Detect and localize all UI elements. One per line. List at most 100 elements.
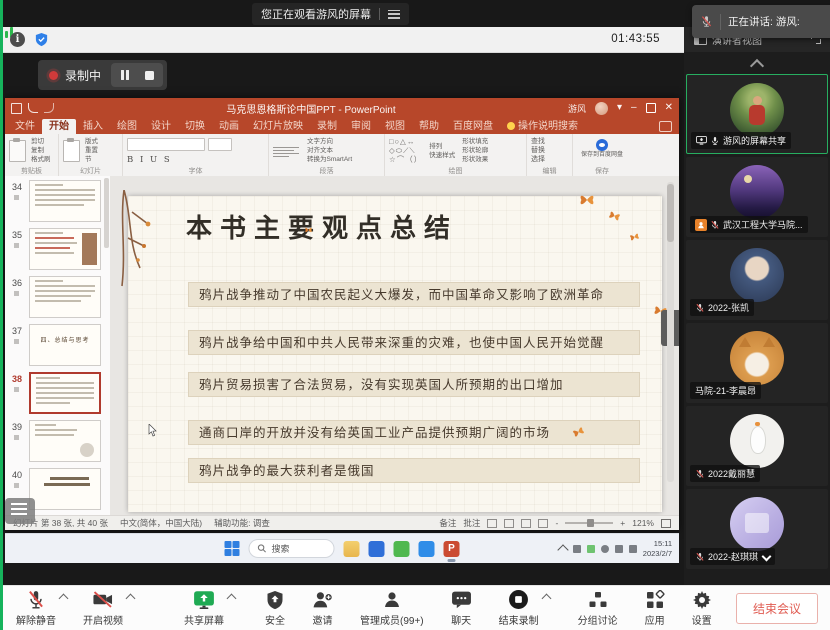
ppt-account-name[interactable]: 游风 <box>568 102 586 115</box>
meeting-info-icon[interactable]: i <box>10 32 25 47</box>
thumbnail-38-selected[interactable]: 38 <box>5 370 110 418</box>
tray-chevron-icon[interactable] <box>557 544 568 555</box>
thumbnail-37[interactable]: 37 四、总结与思考 <box>5 322 110 370</box>
video-options-chevron[interactable] <box>126 593 136 603</box>
select-button[interactable]: 选择 <box>531 155 568 164</box>
tray-clock[interactable]: 15:11 2023/2/7 <box>643 539 672 558</box>
shape-fill-button[interactable]: 形状填充 <box>462 137 488 146</box>
redo-icon[interactable] <box>44 103 54 113</box>
tell-me-search[interactable]: 操作说明搜索 <box>500 119 585 134</box>
zoom-slider[interactable] <box>565 522 613 524</box>
format-painter-button[interactable]: 格式刷 <box>31 155 51 164</box>
zoom-level[interactable]: 121% <box>632 518 654 528</box>
taskbar-search[interactable]: 搜索 <box>249 539 335 558</box>
participant-tile-screen-share[interactable]: 游风的屏幕共享 <box>686 74 828 154</box>
end-recording-button[interactable]: 结束录制 <box>499 590 539 627</box>
annotation-list-widget[interactable] <box>5 498 35 524</box>
font-name-box[interactable] <box>127 138 205 151</box>
tray-network-icon[interactable] <box>615 545 623 553</box>
tab-insert[interactable]: 插入 <box>76 119 110 134</box>
collapse-sidebar-icon[interactable] <box>752 58 762 68</box>
shapes-gallery[interactable]: □○△↔◇⬭⟋⟍☆⌒（） <box>389 137 422 164</box>
banner-menu-icon[interactable] <box>388 10 400 19</box>
section-button[interactable]: 节 <box>85 155 98 164</box>
new-slide-button[interactable] <box>63 140 80 162</box>
layout-button[interactable]: 版式 <box>85 137 98 146</box>
comments-icon[interactable] <box>659 121 672 132</box>
copy-button[interactable]: 复制 <box>31 146 51 155</box>
file-explorer-icon[interactable] <box>344 541 360 557</box>
participant-tile[interactable]: 马院-21-李晨昂 <box>686 323 828 403</box>
start-button[interactable] <box>225 541 240 556</box>
share-options-chevron[interactable] <box>227 593 237 603</box>
smartart-button[interactable]: 转换为SmartArt <box>307 155 352 164</box>
participant-tile[interactable]: 2022-赵琪琪 <box>686 489 828 569</box>
thumbnail-34[interactable]: 34 <box>5 178 110 226</box>
slide-canvas[interactable]: 本书主要观点总结 鸦片战争推动了中国农民起义大爆发，而中国革命又影响了欧洲革命 … <box>110 176 679 515</box>
powerpoint-app-icon[interactable]: P <box>444 541 460 557</box>
slide-sorter-icon[interactable] <box>504 519 514 528</box>
quick-styles-button[interactable]: 快速样式 <box>429 151 455 160</box>
recording-options-chevron[interactable] <box>541 593 551 603</box>
cut-button[interactable]: 剪切 <box>31 137 51 146</box>
tab-draw[interactable]: 绘图 <box>110 119 144 134</box>
participant-tile[interactable]: 2022-张凯 <box>686 240 828 320</box>
invite-button[interactable]: 邀请 <box>312 590 333 627</box>
reading-view-icon[interactable] <box>521 519 531 528</box>
tab-slideshow[interactable]: 幻灯片放映 <box>246 119 310 134</box>
shield-icon[interactable] <box>34 32 49 47</box>
align-buttons[interactable] <box>273 145 299 159</box>
mic-options-chevron[interactable] <box>59 593 69 603</box>
ribbon-display-icon[interactable]: ▾ <box>617 103 622 113</box>
thumbnail-36[interactable]: 36 <box>5 274 110 322</box>
zoom-in-button[interactable]: + <box>620 518 625 528</box>
unmute-button[interactable]: 解除静音 <box>16 590 56 627</box>
breakout-rooms-button[interactable]: 分组讨论 <box>578 590 618 627</box>
thumbnail-39[interactable]: 39 <box>5 418 110 466</box>
text-direction-button[interactable]: 文字方向 <box>307 137 352 146</box>
ppt-title-bar[interactable]: 马克思恩格斯论中国PPT - PowerPoint 游风 ▾ – ✕ <box>5 98 679 118</box>
tray-mic-icon[interactable] <box>601 545 609 553</box>
start-video-button[interactable]: 开启视频 <box>83 590 123 627</box>
restore-button[interactable] <box>646 103 656 113</box>
fit-to-window-icon[interactable] <box>661 519 671 528</box>
participant-tile[interactable]: 武汉工程大学马院... <box>686 157 828 237</box>
tab-baidu-netdisk[interactable]: 百度网盘 <box>446 119 500 134</box>
tab-help[interactable]: 帮助 <box>412 119 446 134</box>
font-size-box[interactable] <box>208 138 232 151</box>
thumbnail-35[interactable]: 35 <box>5 226 110 274</box>
slide-thumbnail-panel[interactable]: 34 35 36 37 四、总结与思考 <box>5 176 111 515</box>
participant-tile[interactable]: 2022戴丽慧 <box>686 406 828 486</box>
close-button[interactable]: ✕ <box>665 103 673 113</box>
language-status[interactable]: 中文(简体，中国大陆) <box>120 517 202 529</box>
accessibility-status[interactable]: 辅助功能: 调查 <box>214 517 270 529</box>
undo-icon[interactable] <box>28 103 38 113</box>
network-signal-icon[interactable] <box>0 27 684 38</box>
tab-record[interactable]: 录制 <box>310 119 344 134</box>
paste-button[interactable] <box>9 140 26 162</box>
stop-recording-button[interactable] <box>139 65 159 85</box>
tab-home[interactable]: 开始 <box>42 119 76 134</box>
canvas-scrollbar[interactable] <box>667 182 674 482</box>
tab-view[interactable]: 视图 <box>378 119 412 134</box>
chevron-down-icon[interactable] <box>762 553 770 561</box>
ppt-account-avatar[interactable] <box>595 102 608 115</box>
notes-button[interactable]: 备注 <box>439 517 456 529</box>
mail-app-icon[interactable] <box>369 541 385 557</box>
tray-volume-icon[interactable] <box>629 545 637 553</box>
apps-button[interactable]: 应用 <box>645 590 665 627</box>
slideshow-icon[interactable] <box>538 519 548 528</box>
align-text-button[interactable]: 对齐文本 <box>307 146 352 155</box>
end-meeting-button[interactable]: 结束会议 <box>736 593 818 624</box>
shape-outline-button[interactable]: 形状轮廓 <box>462 146 488 155</box>
manage-members-button[interactable]: 管理成员(99+) <box>360 590 424 627</box>
zoom-out-button[interactable]: - <box>555 518 558 528</box>
tab-design[interactable]: 设计 <box>144 119 178 134</box>
minimize-button[interactable]: – <box>631 103 637 113</box>
security-button[interactable]: 安全 <box>265 590 285 627</box>
settings-button[interactable]: 设置 <box>692 590 712 627</box>
thumbnail-scrollbar[interactable] <box>104 178 109 248</box>
tab-transitions[interactable]: 切换 <box>178 119 212 134</box>
tab-animations[interactable]: 动画 <box>212 119 246 134</box>
share-screen-button[interactable]: 共享屏幕 <box>184 590 224 627</box>
